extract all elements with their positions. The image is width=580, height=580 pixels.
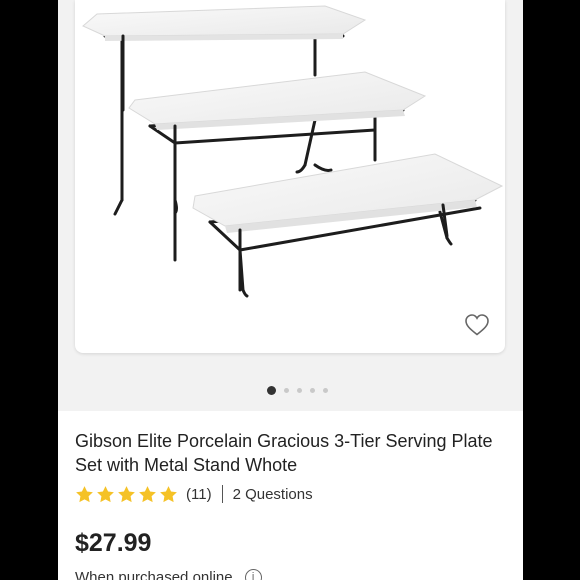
star-icon <box>118 485 135 502</box>
info-icon[interactable]: i <box>244 569 262 580</box>
purchase-note-row: When purchased online i <box>75 569 262 580</box>
carousel-dot-1[interactable] <box>267 385 276 395</box>
questions-link[interactable]: 2 Questions <box>233 486 313 503</box>
star-icon <box>139 485 156 502</box>
star-icon <box>97 485 114 502</box>
purchase-note-text: When purchased online <box>75 569 233 580</box>
carousel-dot-2[interactable] <box>284 387 289 393</box>
product-info-panel: Gibson Elite Porcelain Gracious 3-Tier S… <box>58 411 523 580</box>
image-carousel-indicator[interactable] <box>58 384 523 396</box>
favorite-heart-icon[interactable] <box>464 313 490 337</box>
divider <box>221 485 223 503</box>
rating-row: (11) 2 Questions <box>75 484 313 504</box>
product-image <box>82 5 504 298</box>
product-title: Gibson Elite Porcelain Gracious 3-Tier S… <box>75 431 493 475</box>
product-price: $27.99 <box>75 529 152 557</box>
star-icon <box>76 485 93 502</box>
product-image-card[interactable] <box>75 0 505 353</box>
star-icon <box>160 485 177 502</box>
star-rating[interactable] <box>75 485 178 504</box>
carousel-dot-5[interactable] <box>323 387 328 393</box>
review-count[interactable]: (11) <box>186 486 212 503</box>
carousel-dot-4[interactable] <box>310 387 315 393</box>
product-page: Gibson Elite Porcelain Gracious 3-Tier S… <box>58 0 523 580</box>
carousel-dot-3[interactable] <box>297 387 302 393</box>
